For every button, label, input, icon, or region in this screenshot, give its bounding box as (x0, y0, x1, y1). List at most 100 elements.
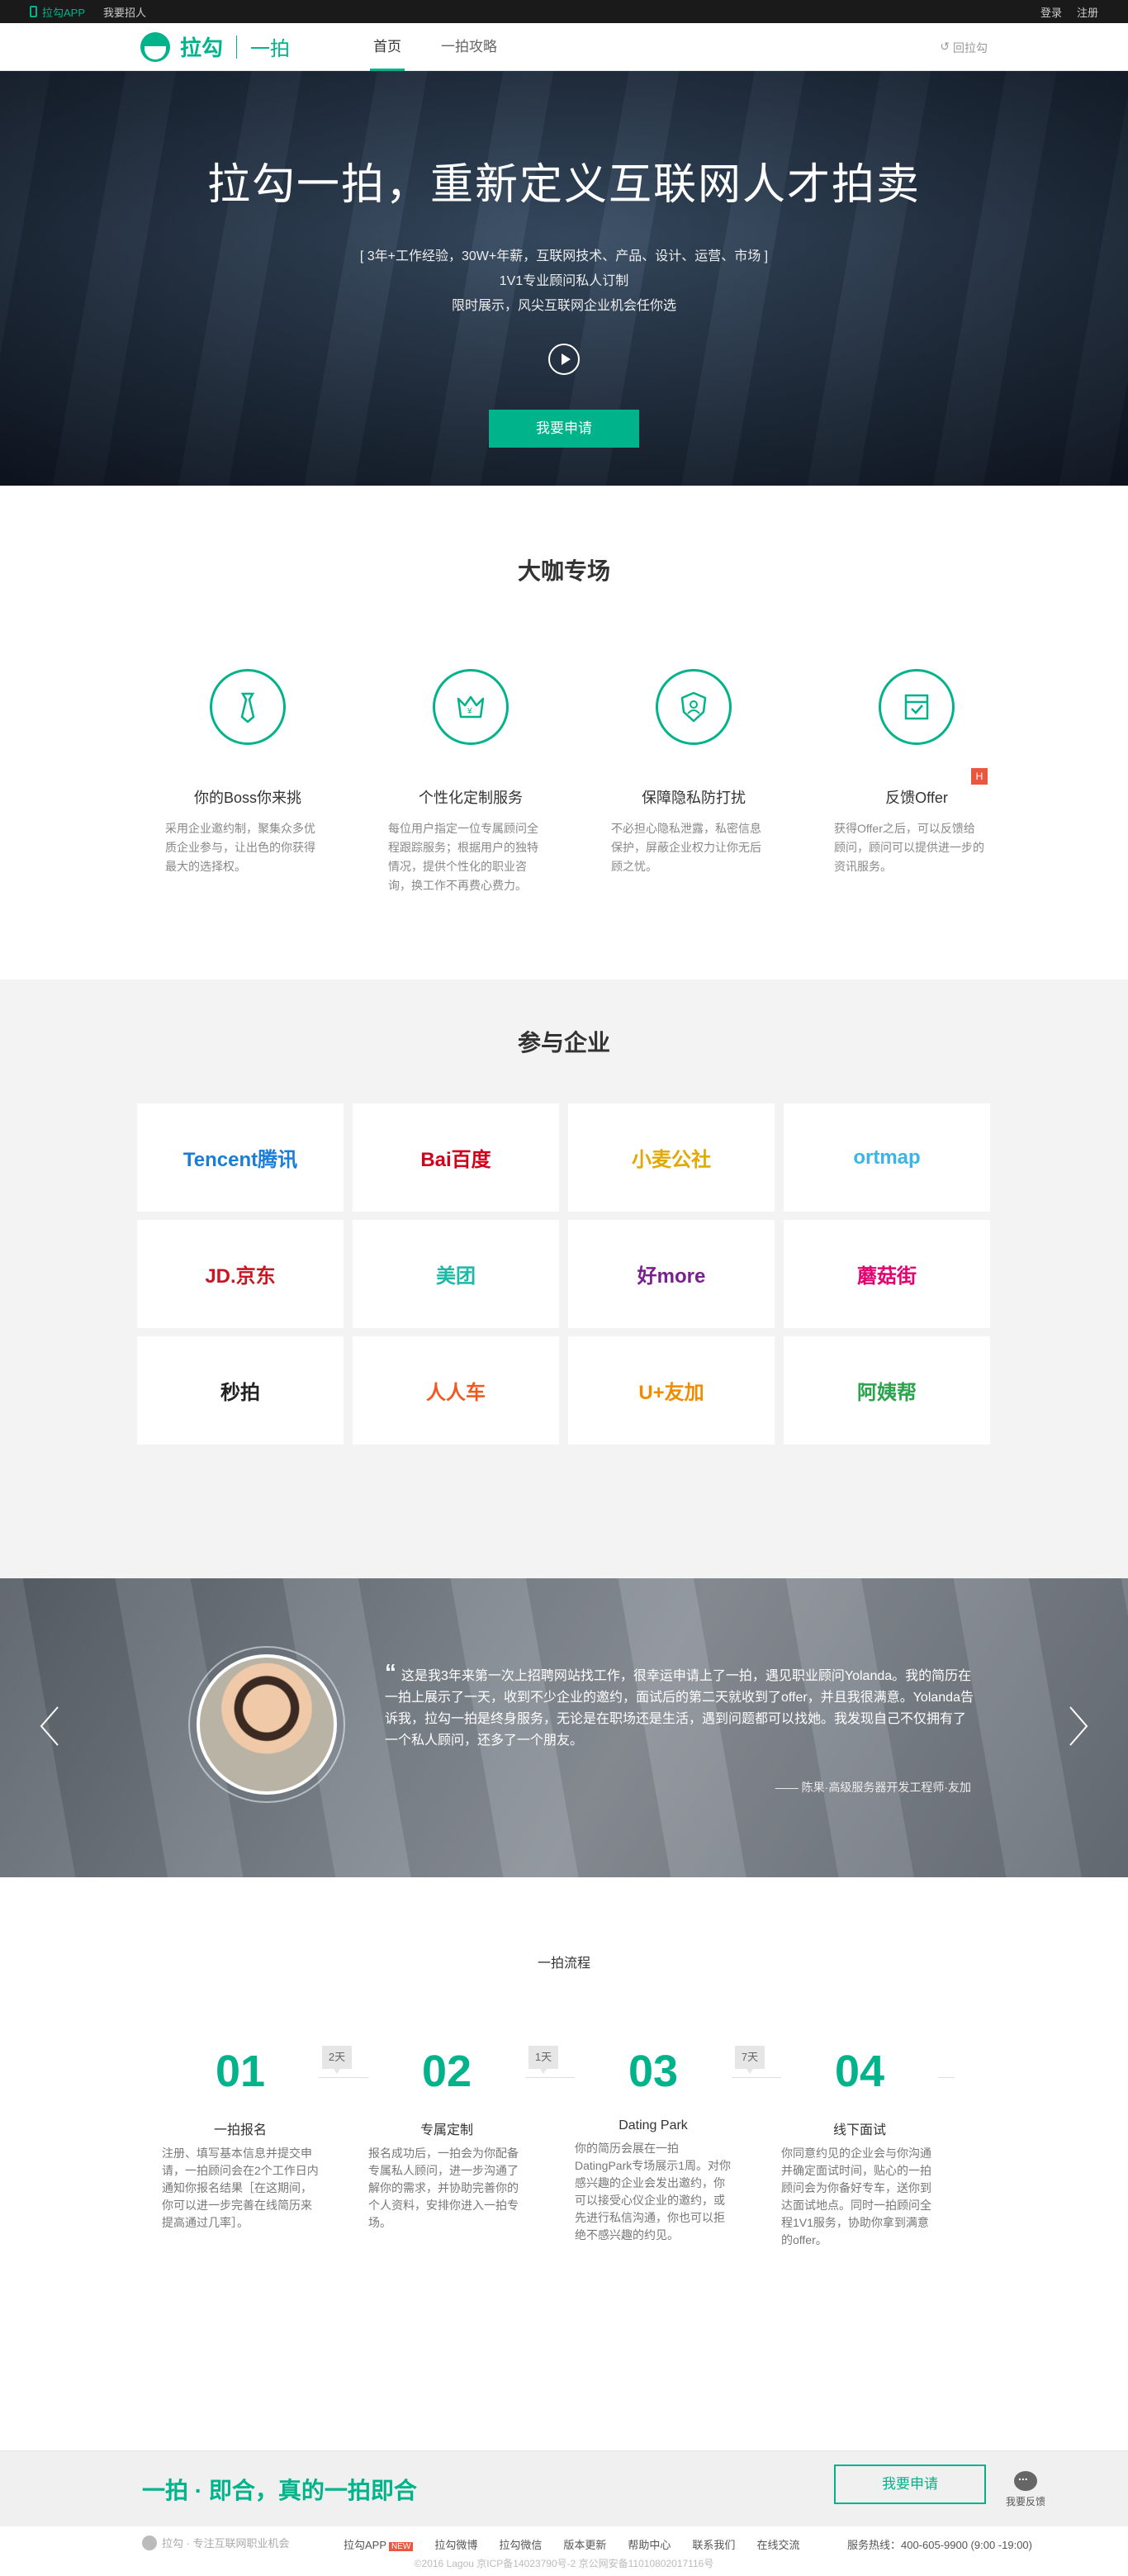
duration-badge: 1天 (528, 2046, 558, 2074)
hot-badge: H (971, 768, 988, 785)
login-link[interactable]: 登录 (1040, 4, 1062, 20)
step-number: 03 (575, 2046, 732, 2097)
feature-item: ¥ 个性化定制服务 每位用户指定一位专属顾问全程跟踪服务；根据用户的独特情况，提… (363, 669, 542, 895)
features-section: 大咖专场 你的Boss你来挑 采用企业邀约制，聚集众多优质企业参与，让出色的你获… (0, 486, 1128, 980)
company-logo-youjia[interactable]: U+友加 (568, 1336, 775, 1445)
brand-name: 拉勾 (180, 36, 224, 60)
process-step: 03 Dating Park 你的简历会展在一拍DatingPark专场展示1周… (575, 2046, 732, 2244)
svg-text:¥: ¥ (467, 707, 472, 716)
offer-icon (879, 669, 955, 745)
avatar-ring (188, 1646, 345, 1803)
footer-link-chat[interactable]: 在线交流 (756, 2536, 799, 2552)
step-title: 一拍报名 (213, 2123, 267, 2137)
footer-link-weixin[interactable]: 拉勾微信 (499, 2536, 542, 2552)
companies-title: 参与企业 (517, 1030, 610, 1056)
step-number: 02 (368, 2046, 525, 2097)
hero-line-1: [ 3年+工作经验，30W+年薪，互联网技术、产品、设计、运营、市场 ] (359, 249, 769, 263)
new-badge: NEW (389, 2542, 414, 2551)
avatar (197, 1654, 337, 1795)
app-link-label: 拉勾APP (42, 6, 86, 19)
duration-badge: 2天 (322, 2046, 352, 2074)
prev-arrow-icon[interactable] (38, 1705, 61, 1747)
hero-banner: 拉勾一拍，重新定义互联网人才拍卖 [ 3年+工作经验，30W+年薪，互联网技术、… (0, 71, 1128, 486)
hero-title: 拉勾一拍，重新定义互联网人才拍卖 (206, 161, 921, 209)
back-to-lagou-link[interactable]: ↺ 回拉勾 (940, 40, 988, 56)
company-logo-meituan[interactable]: 美团 (353, 1220, 559, 1328)
footer-link-update[interactable]: 版本更新 (563, 2536, 606, 2552)
process-section: 一拍流程 2天 1天 7天 01 一拍报名 注册、填写基本信息并提交申请，一拍顾… (0, 1877, 1128, 2450)
process-step: 02 专属定制 报名成功后，一拍会为你配备专属私人顾问，进一步沟通了解你的需求，… (368, 2046, 525, 2232)
company-logo-miaopai[interactable]: 秒拍 (137, 1336, 344, 1445)
step-title: 专属定制 (419, 2123, 473, 2137)
company-logo-renrenche[interactable]: 人人车 (353, 1336, 559, 1445)
hero-line-2: 1V1专业顾问私人订制 (499, 274, 629, 288)
feature-desc: 获得Offer之后，可以反馈给顾问，顾问可以提供进一步的资讯服务。 (834, 822, 984, 873)
step-number: 01 (162, 2046, 319, 2097)
company-logo-xiaomai[interactable]: 小麦公社 (568, 1103, 775, 1212)
feature-desc: 采用企业邀约制，聚集众多优质企业参与，让出色的你获得最大的选择权。 (165, 822, 315, 873)
quote-author: —— 陈果·高级服务器开发工程师·友加 (775, 1781, 971, 1794)
step-number: 04 (781, 2046, 938, 2097)
step-desc: 报名成功后，一拍会为你配备专属私人顾问，进一步沟通了解你的需求，并协助完善你的个… (368, 2147, 519, 2229)
feature-desc: 不必担心隐私泄露，私密信息保护，屏蔽企业权力让你无后顾之忧。 (611, 822, 761, 873)
footer-apply-button[interactable]: 我要申请 (834, 2465, 986, 2504)
hero-apply-button[interactable]: 我要申请 (489, 410, 639, 448)
hero-line-3: 限时展示，风尖互联网企业机会任你选 (451, 299, 676, 313)
recruit-link[interactable]: 我要招人 (103, 4, 146, 20)
brand-logo[interactable]: 拉勾 一拍 (140, 31, 290, 62)
companies-section: 参与企业 Tencent腾讯 Bai百度 小麦公社 ortmap JD.京东 美… (0, 980, 1128, 1578)
company-logo-haomore[interactable]: 好more (568, 1220, 775, 1328)
step-desc: 你的简历会展在一拍DatingPark专场展示1周。对你感兴趣的企业会发出邀约，… (575, 2142, 732, 2242)
feature-title-text: 反馈Offer (885, 790, 948, 806)
feature-title: 个性化定制服务 (419, 790, 523, 806)
feature-item: 保障隐私防打扰 不必担心隐私泄露，私密信息保护，屏蔽企业权力让你无后顾之忧。 (586, 669, 765, 895)
next-arrow-icon[interactable] (1067, 1705, 1090, 1747)
main-nav: 拉勾 一拍 首页 一拍攻略 ↺ 回拉勾 (0, 23, 1128, 71)
footer-logo: 拉勾 · 专注互联网职业机会 (142, 2535, 290, 2550)
company-logo-ayibang[interactable]: 阿姨帮 (784, 1336, 990, 1445)
feature-title: 反馈Offer H (834, 768, 999, 808)
company-logo-baidu[interactable]: Bai百度 (353, 1103, 559, 1212)
brand-sub: 一拍 (250, 38, 291, 60)
company-logo-mogujie[interactable]: 蘑菇街 (784, 1220, 990, 1328)
phone-icon (30, 6, 37, 17)
feature-desc: 每位用户指定一位专属顾问全程跟踪服务；根据用户的独特情况，提供个性化的职业咨询，… (388, 822, 538, 892)
footer-link-weibo[interactable]: 拉勾微博 (434, 2536, 477, 2552)
footer-link-app-label: 拉勾APP (344, 2539, 387, 2551)
feedback-button[interactable]: 我要反馈 (1005, 2469, 1045, 2508)
back-arrow-icon: ↺ (940, 40, 950, 53)
footer-link-help[interactable]: 帮助中心 (628, 2536, 671, 2552)
feature-title: 保障隐私防打扰 (642, 790, 746, 806)
feature-item: 你的Boss你来挑 采用企业邀约制，聚集众多优质企业参与，让出色的你获得最大的选… (140, 669, 319, 895)
footer-link-contact[interactable]: 联系我们 (692, 2536, 735, 2552)
chat-bubble-icon (1013, 2469, 1037, 2491)
company-grid: Tencent腾讯 Bai百度 小麦公社 ortmap JD.京东 美团 好mo… (137, 1103, 991, 1445)
company-logo-ortmap[interactable]: ortmap (784, 1103, 990, 1212)
footer-link-app[interactable]: 拉勾APP NEW (344, 2536, 414, 2552)
nav-guide[interactable]: 一拍攻略 (438, 23, 500, 71)
app-download-link[interactable]: 拉勾APP (30, 4, 85, 20)
hotline: 服务热线：400-605-9900 (9:00 -19:00) (846, 2539, 1032, 2551)
play-video-icon[interactable] (548, 344, 580, 375)
company-logo-jd[interactable]: JD.京东 (137, 1220, 344, 1328)
shield-icon (656, 669, 732, 745)
lagou-logo-icon (140, 31, 170, 62)
nav-home[interactable]: 首页 (370, 23, 405, 71)
process-step: 01 一拍报名 注册、填写基本信息并提交申请，一拍顾问会在2个工作日内通知你报名… (162, 2046, 319, 2232)
company-logo-tencent[interactable]: Tencent腾讯 (137, 1103, 344, 1212)
feature-title: 你的Boss你来挑 (193, 790, 302, 806)
step-title: Dating Park (619, 2118, 688, 2132)
footer-slogan: 一拍 · 即合，真的一拍即合 (142, 2478, 417, 2503)
copyright: ©2016 Lagou 京ICP备14023790号-2 京公网安备110108… (414, 2558, 714, 2569)
tie-icon (210, 669, 286, 745)
step-desc: 你同意约见的企业会与你沟通并确定面试时间，贴心的一拍顾问会为你备好专车，送你到达… (781, 2147, 931, 2246)
step-desc: 注册、填写基本信息并提交申请，一拍顾问会在2个工作日内通知你报名结果［在这期间，… (162, 2147, 319, 2229)
brand-divider (236, 35, 238, 59)
register-link[interactable]: 注册 (1077, 4, 1098, 20)
crown-icon: ¥ (433, 669, 509, 745)
footer-logo-text: 拉勾 · 专注互联网职业机会 (162, 2537, 290, 2550)
feature-item: 反馈Offer H 获得Offer之后，可以反馈给顾问，顾问可以提供进一步的资讯服… (809, 669, 988, 895)
feedback-label: 我要反馈 (1005, 2496, 1045, 2507)
features-title: 大咖专场 (517, 558, 610, 584)
footer-cta: 一拍 · 即合，真的一拍即合 我要申请 我要反馈 (0, 2450, 1128, 2526)
